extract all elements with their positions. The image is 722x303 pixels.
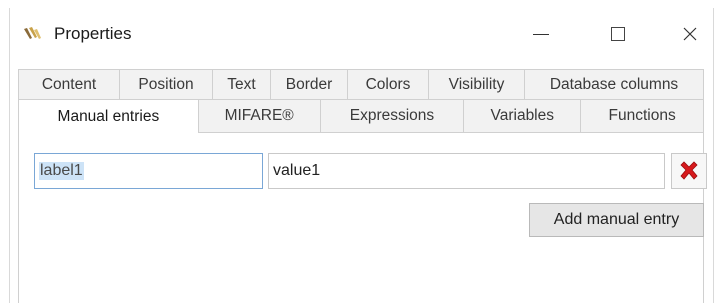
tab-row-top: Content Position Text Border Colors Visi…: [18, 69, 704, 99]
app-logo-icon: [24, 27, 41, 39]
window-title: Properties: [54, 24, 132, 43]
entry-value-input[interactable]: value1: [268, 153, 665, 189]
tab-visibility[interactable]: Visibility: [428, 69, 525, 99]
minimize-icon: [533, 33, 549, 35]
title-bar[interactable]: Properties: [10, 8, 713, 60]
close-icon: [683, 27, 697, 41]
add-manual-entry-button[interactable]: Add manual entry: [529, 203, 704, 237]
red-x-icon: [680, 161, 698, 180]
tab-colors[interactable]: Colors: [347, 69, 429, 99]
tab-database-columns[interactable]: Database columns: [524, 69, 704, 99]
tab-position[interactable]: Position: [119, 69, 213, 99]
entry-value-text: value1: [273, 162, 321, 179]
delete-entry-button[interactable]: [671, 153, 707, 189]
minimize-button[interactable]: [518, 18, 564, 50]
tab-variables[interactable]: Variables: [463, 99, 582, 132]
tab-border[interactable]: Border: [270, 69, 348, 99]
tab-row-bottom: Manual entries MIFARE® Expressions Varia…: [18, 99, 705, 133]
entry-label-input[interactable]: label1: [34, 153, 263, 189]
maximize-button[interactable]: [595, 18, 641, 50]
tab-manual-entries[interactable]: Manual entries: [18, 99, 199, 133]
tab-functions[interactable]: Functions: [580, 99, 705, 132]
tab-mifare[interactable]: MIFARE®: [197, 99, 321, 132]
close-button[interactable]: [667, 18, 713, 50]
tab-content[interactable]: Content: [18, 69, 120, 99]
tab-text[interactable]: Text: [212, 69, 271, 99]
entry-label-text: label1: [39, 162, 84, 180]
tab-expressions[interactable]: Expressions: [319, 99, 465, 132]
maximize-icon: [611, 27, 625, 41]
